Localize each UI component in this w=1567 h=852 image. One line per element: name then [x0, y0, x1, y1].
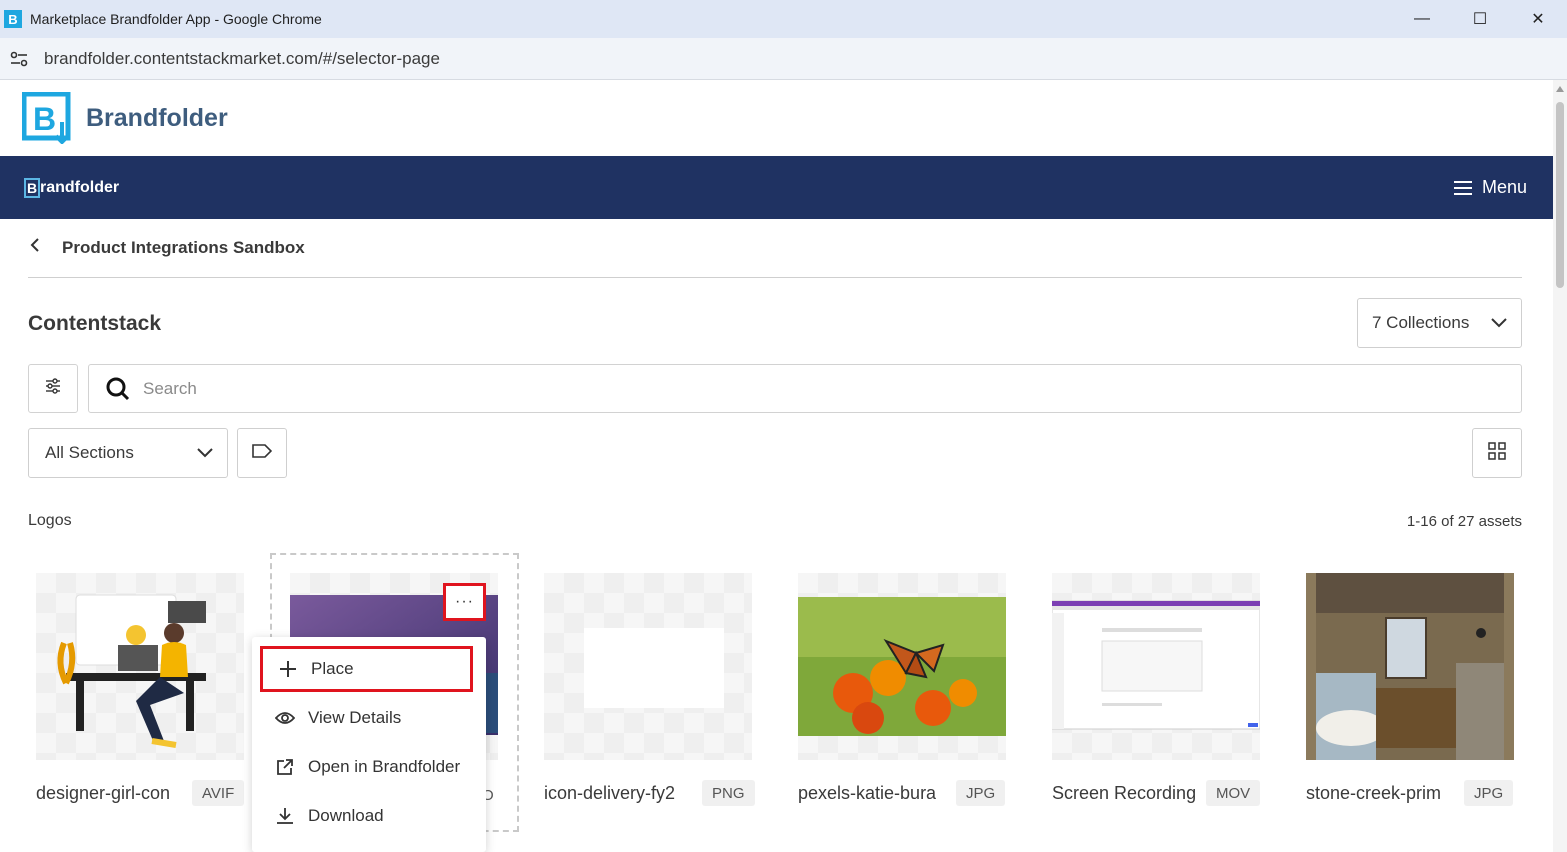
grid-icon: [1488, 441, 1506, 465]
download-menu-item[interactable]: Download: [260, 794, 472, 838]
asset-thumbnail[interactable]: [544, 573, 752, 760]
back-chevron-icon[interactable]: [28, 237, 52, 258]
navbar-logo-letter: B: [24, 177, 40, 198]
brandfolder-app-icon: B: [4, 10, 22, 28]
breadcrumb: Product Integrations Sandbox: [28, 236, 1522, 278]
tag-filter-button[interactable]: [237, 428, 287, 478]
sections-dropdown[interactable]: All Sections: [28, 428, 228, 478]
navbar-logo[interactable]: B randfolder: [24, 177, 120, 198]
asset-name: pexels-katie-bura: [798, 783, 937, 803]
open-in-brandfolder-label: Open in Brandfolder: [308, 757, 461, 776]
asset-card[interactable]: icon-delivery-fy2 PNG: [536, 553, 784, 833]
plus-icon: [277, 660, 299, 678]
svg-text:B: B: [33, 101, 56, 137]
asset-card[interactable]: Screen Recording MOV: [1044, 553, 1292, 833]
scrollbar-thumb[interactable]: [1556, 102, 1564, 288]
site-settings-icon[interactable]: [8, 48, 30, 70]
asset-type-badge: MOV: [1206, 780, 1261, 806]
asset-name: stone-creek-prim: [1306, 783, 1442, 803]
asset-card[interactable]: stone-creek-prim JPG: [1298, 553, 1546, 833]
app-header: B Brandfolder: [0, 80, 1553, 156]
download-icon: [274, 807, 296, 825]
window-title: Marketplace Brandfolder App - Google Chr…: [30, 11, 322, 27]
app-name: Brandfolder: [86, 103, 228, 132]
breadcrumb-label[interactable]: Product Integrations Sandbox: [62, 238, 305, 258]
asset-context-menu: Place View Details Open in Brandfolder D…: [252, 637, 486, 852]
page-title: Contentstack: [28, 312, 162, 335]
view-details-menu-item[interactable]: View Details: [260, 696, 472, 740]
maximize-icon[interactable]: ☐: [1451, 0, 1509, 38]
navbar-logo-text: randfolder: [40, 178, 120, 196]
hamburger-icon: [1453, 180, 1472, 195]
menu-button[interactable]: Menu: [1453, 177, 1527, 198]
address-bar: brandfolder.contentstackmarket.com/#/sel…: [0, 38, 1567, 80]
asset-name: designer-girl-con: [36, 783, 171, 803]
download-label: Download: [308, 806, 384, 825]
chevron-down-icon: [1491, 313, 1507, 333]
asset-thumbnail[interactable]: [798, 573, 1006, 760]
window-controls: — ☐ ✕: [1393, 0, 1567, 38]
window-titlebar: B Marketplace Brandfolder App - Google C…: [0, 0, 1567, 38]
asset-type-badge: JPG: [956, 780, 1006, 806]
url-text[interactable]: brandfolder.contentstackmarket.com/#/sel…: [44, 49, 440, 69]
menu-label: Menu: [1481, 177, 1527, 197]
asset-type-badge: PNG: [702, 780, 755, 806]
asset-thumbnail[interactable]: [1052, 573, 1260, 760]
collections-dropdown[interactable]: 7 Collections: [1357, 298, 1522, 348]
asset-count: 1-16 of 27 assets: [1406, 513, 1522, 530]
search-field[interactable]: [88, 364, 1522, 413]
open-in-brandfolder-menu-item[interactable]: Open in Brandfolder: [260, 745, 472, 789]
asset-card[interactable]: pexels-katie-bura JPG: [790, 553, 1038, 833]
asset-name: Screen Recording: [1052, 783, 1197, 803]
search-icon: [105, 376, 131, 402]
grid-view-button[interactable]: [1472, 428, 1522, 478]
search-input[interactable]: [143, 378, 1443, 399]
asset-thumbnail[interactable]: [36, 573, 244, 760]
close-icon[interactable]: ✕: [1509, 0, 1567, 38]
top-navbar: B randfolder Menu: [0, 156, 1553, 219]
sliders-icon: [45, 378, 61, 399]
external-link-icon: [274, 758, 296, 776]
filter-button[interactable]: [28, 364, 78, 413]
chevron-down-icon: [197, 443, 213, 463]
place-menu-item[interactable]: Place: [260, 646, 473, 692]
tag-icon: [252, 443, 273, 463]
scroll-up-icon[interactable]: [1556, 86, 1564, 92]
asset-type-badge: AVIF: [192, 780, 245, 806]
asset-type-badge: JPG: [1464, 780, 1514, 806]
collections-label: 7 Collections: [1372, 313, 1470, 332]
more-options-button[interactable]: ···: [443, 583, 486, 621]
asset-thumbnail[interactable]: [1306, 573, 1514, 760]
minimize-icon[interactable]: —: [1393, 0, 1451, 38]
asset-card[interactable]: designer-girl-con AVIF: [28, 553, 276, 833]
brandfolder-logo-icon: B: [21, 91, 74, 145]
view-details-label: View Details: [308, 708, 402, 727]
asset-name: icon-delivery-fy2: [544, 783, 676, 803]
place-label: Place: [311, 659, 354, 678]
page-scrollbar[interactable]: [1553, 80, 1567, 852]
section-heading: Logos: [28, 512, 72, 529]
sections-label: All Sections: [45, 443, 134, 462]
eye-icon: [274, 711, 296, 725]
